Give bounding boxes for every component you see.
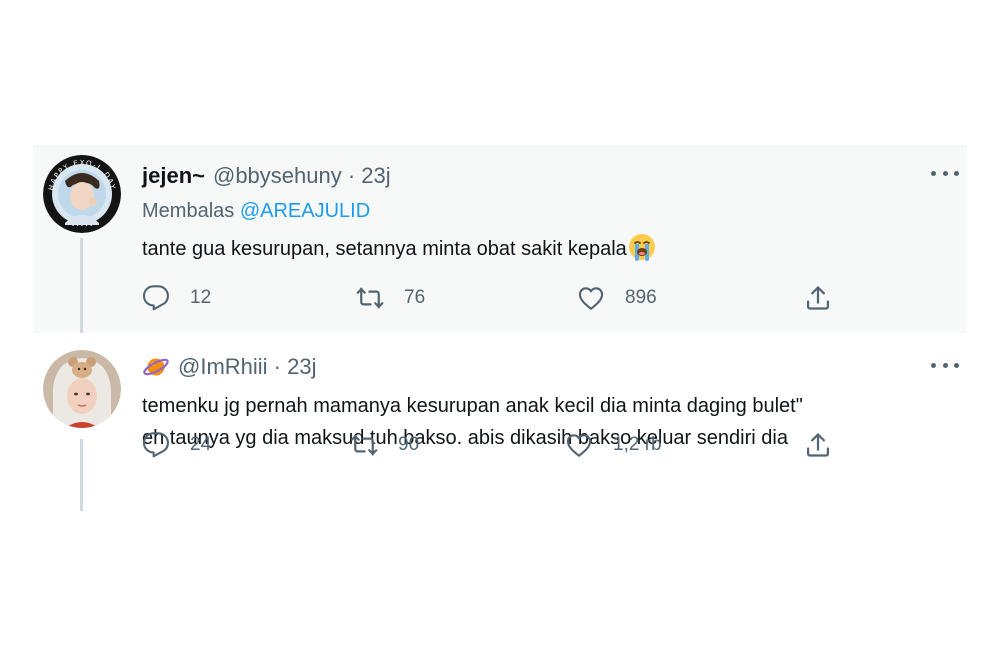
thread-connector: [80, 439, 83, 511]
retweet-icon: [350, 434, 378, 456]
tweet-jejen[interactable]: HAPPY EXO-L DAY • • • • • jejen~ @bbyseh…: [33, 145, 967, 333]
more-icon[interactable]: [931, 355, 959, 375]
tweet-thread: HAPPY EXO-L DAY • • • • • jejen~ @bbyseh…: [33, 145, 967, 530]
display-name[interactable]: jejen~: [142, 162, 205, 190]
reply-count: 24: [190, 434, 212, 455]
reply-button[interactable]: 24: [142, 429, 211, 461]
tweet-header: jejen~ @bbysehuny · 23j: [142, 162, 391, 190]
tweet-header: @ImRhiii · 23j: [142, 353, 316, 381]
tweet-imrhiii[interactable]: @ImRhiii · 23j temenku jg pernah mamanya…: [33, 333, 967, 530]
avatar[interactable]: HAPPY EXO-L DAY • • • • •: [43, 155, 121, 233]
retweet-count: 90: [398, 434, 420, 455]
like-count: 1,2 rb: [613, 434, 662, 455]
avatar[interactable]: [43, 350, 121, 428]
tweet-text-content: tante gua kesurupan, setannya minta obat…: [142, 238, 627, 260]
loudly-crying-face-icon: [627, 232, 657, 262]
replying-to-label: Membalas: [142, 200, 240, 222]
like-count: 896: [625, 287, 657, 308]
reply-count: 12: [190, 287, 212, 308]
ringed-planet-icon: [142, 353, 170, 381]
heart-icon: [578, 287, 604, 310]
retweet-button[interactable]: 90: [350, 429, 419, 461]
tweet-actions: 12 76 896: [142, 282, 842, 314]
mention-link[interactable]: @AREAJULID: [240, 200, 370, 222]
replying-to: Membalas @AREAJULID: [142, 198, 370, 224]
tweet-actions: 24 90 1,2 rb: [142, 429, 842, 461]
reply-icon: [142, 432, 169, 458]
handle-and-time[interactable]: @bbysehuny · 23j: [213, 162, 391, 190]
share-button[interactable]: [804, 282, 832, 314]
like-button[interactable]: 896: [577, 282, 657, 314]
avatar-image: HAPPY EXO-L DAY • • • • •: [43, 155, 121, 233]
share-icon: [806, 286, 830, 310]
thread-connector: [80, 238, 83, 333]
share-button[interactable]: [804, 429, 832, 461]
share-icon: [806, 433, 830, 457]
retweet-count: 76: [404, 287, 426, 308]
svg-text:• • • • •: • • • • •: [71, 223, 92, 229]
handle-and-time[interactable]: @ImRhiii · 23j: [178, 353, 316, 381]
more-icon[interactable]: [931, 163, 959, 183]
tweet-text-line: temenku jg pernah mamanya kesurupan anak…: [142, 395, 803, 417]
like-button[interactable]: 1,2 rb: [565, 429, 662, 461]
retweet-button[interactable]: 76: [356, 282, 425, 314]
reply-icon: [142, 285, 169, 311]
reply-button[interactable]: 12: [142, 282, 211, 314]
heart-icon: [566, 434, 592, 457]
avatar-image: [43, 350, 121, 428]
retweet-icon: [356, 287, 384, 309]
tweet-text: tante gua kesurupan, setannya minta obat…: [142, 232, 657, 265]
